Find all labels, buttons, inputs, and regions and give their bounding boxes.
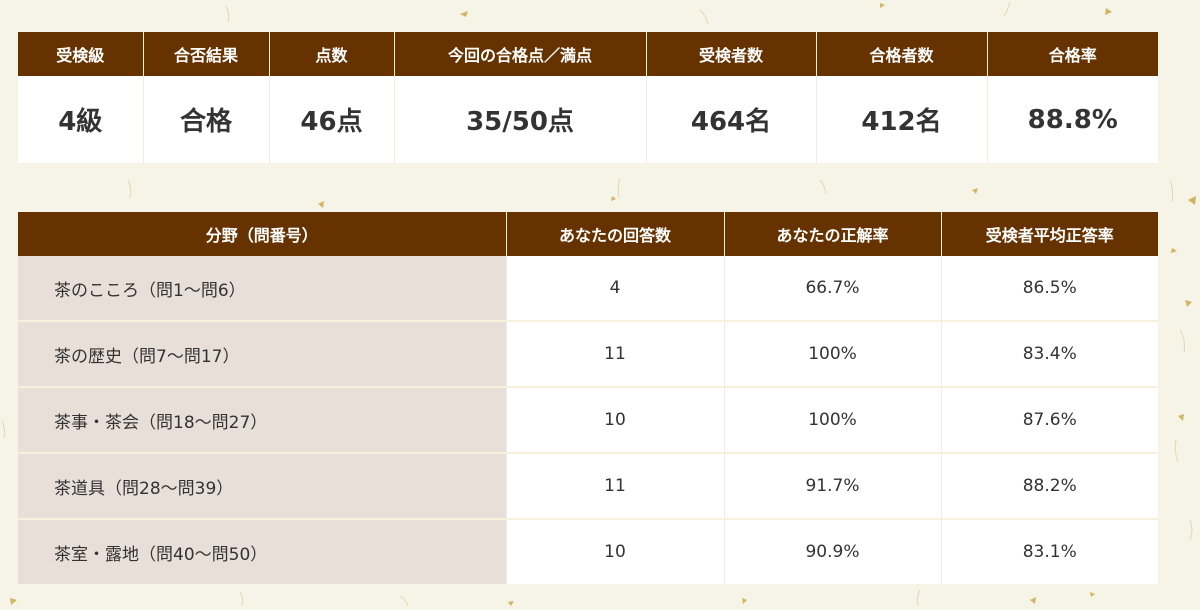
header-average-accuracy: 受検者平均正答率 (941, 212, 1158, 256)
header-grade: 受検級 (18, 32, 144, 76)
table-row: 茶の歴史（問7〜問17） 11 100% 83.4% (18, 321, 1158, 388)
header-your-answers: あなたの回答数 (506, 212, 725, 256)
table-row: 茶事・茶会（問18〜問27） 10 100% 87.6% (18, 387, 1158, 454)
summary-value-row: 4級 合格 46点 35/50点 464名 412名 88.8% (18, 76, 1158, 163)
table-row: 茶室・露地（問40〜問50） 10 90.9% 83.1% (18, 519, 1158, 584)
your-accuracy: 90.9% (724, 519, 942, 584)
field-name: 茶の歴史（問7〜問17） (18, 321, 507, 388)
header-passers: 合格者数 (816, 32, 988, 76)
your-accuracy: 66.7% (724, 256, 942, 322)
header-your-accuracy: あなたの正解率 (724, 212, 942, 256)
your-accuracy: 100% (724, 387, 942, 454)
exam-summary-table: 受検級 合否結果 点数 今回の合格点／満点 受検者数 合格者数 合格率 4級 合… (18, 32, 1158, 163)
average-accuracy: 83.4% (941, 321, 1158, 388)
your-answer-count: 4 (506, 256, 725, 322)
table-row: 茶のこころ（問1〜問6） 4 66.7% 86.5% (18, 256, 1158, 322)
average-accuracy: 86.5% (941, 256, 1158, 322)
your-answer-count: 11 (506, 321, 725, 388)
header-pass-rate: 合格率 (987, 32, 1158, 76)
field-name: 茶道具（問28〜問39） (18, 453, 507, 520)
summary-header-row: 受検級 合否結果 点数 今回の合格点／満点 受検者数 合格者数 合格率 (18, 32, 1158, 76)
value-examinees: 464名 (646, 76, 817, 163)
average-accuracy: 88.2% (941, 453, 1158, 520)
your-answer-count: 10 (506, 519, 725, 584)
header-score: 点数 (269, 32, 395, 76)
field-scores-table: 分野（問番号） あなたの回答数 あなたの正解率 受検者平均正答率 茶のこころ（問… (18, 212, 1158, 584)
average-accuracy: 83.1% (941, 519, 1158, 584)
field-name: 茶事・茶会（問18〜問27） (18, 387, 507, 454)
your-answer-count: 10 (506, 387, 725, 454)
scores-header-row: 分野（問番号） あなたの回答数 あなたの正解率 受検者平均正答率 (18, 212, 1158, 256)
field-name: 茶室・露地（問40〜問50） (18, 519, 507, 584)
your-accuracy: 91.7% (724, 453, 942, 520)
value-pass-rate: 88.8% (987, 76, 1158, 163)
value-passing-score: 35/50点 (394, 76, 647, 163)
your-accuracy: 100% (724, 321, 942, 388)
header-field: 分野（問番号） (18, 212, 507, 256)
value-score: 46点 (269, 76, 395, 163)
table-row: 茶道具（問28〜問39） 11 91.7% 88.2% (18, 453, 1158, 520)
average-accuracy: 87.6% (941, 387, 1158, 454)
field-name: 茶のこころ（問1〜問6） (18, 256, 507, 322)
header-examinees: 受検者数 (646, 32, 817, 76)
value-result: 合格 (143, 76, 270, 163)
your-answer-count: 11 (506, 453, 725, 520)
value-grade: 4級 (18, 76, 144, 163)
header-passing-score: 今回の合格点／満点 (394, 32, 647, 76)
value-passers: 412名 (816, 76, 988, 163)
header-result: 合否結果 (143, 32, 270, 76)
